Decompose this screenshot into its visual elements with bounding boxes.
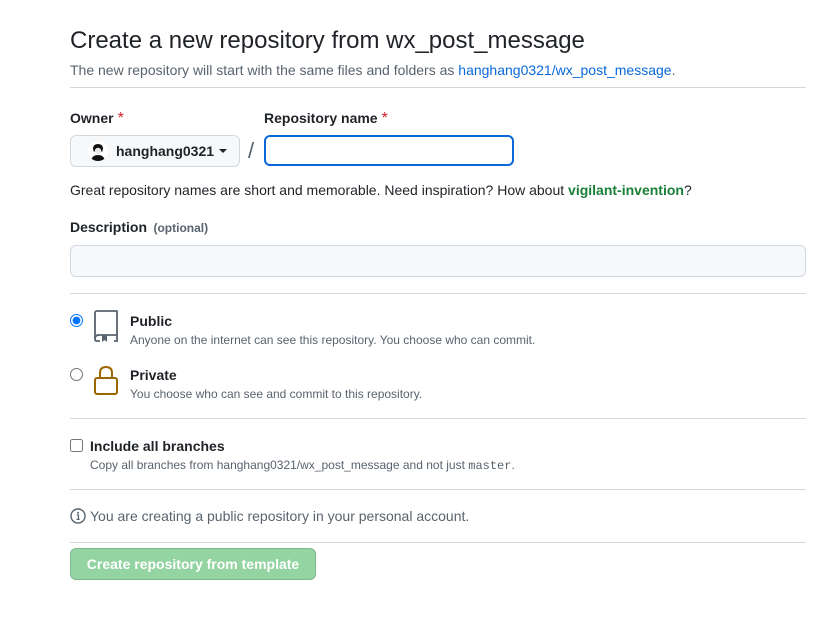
hint-prefix: Great repository names are short and mem… <box>70 182 569 198</box>
submit-divider <box>70 542 806 543</box>
owner-dropdown-button[interactable]: hanghang0321 <box>70 135 240 167</box>
public-radio[interactable] <box>70 314 83 327</box>
subtitle-prefix: The new repository will start with the s… <box>70 62 459 78</box>
description-label-text: Description <box>70 219 148 235</box>
include-branches-label: Include all branches <box>90 438 225 454</box>
subtitle-suffix: . <box>671 62 676 78</box>
info-icon <box>70 508 86 524</box>
include-branches-checkbox[interactable] <box>70 439 83 452</box>
owner-name: hanghang0321 <box>116 143 215 159</box>
page-title: Create a new repository from wx_post_mes… <box>70 27 585 54</box>
repo-name-input[interactable] <box>264 135 514 166</box>
description-label: Description (optional) <box>70 217 806 238</box>
private-description: You choose who can see and commit to thi… <box>130 387 423 401</box>
visibility-option-private[interactable]: Private You choose who can see and commi… <box>70 356 806 418</box>
public-description: Anyone on the internet can see this repo… <box>130 333 536 347</box>
avatar-image <box>88 141 108 161</box>
avatar <box>88 141 108 161</box>
page-subtitle: The new repository will start with the s… <box>70 60 806 80</box>
include-branches-option[interactable]: Include all branches Copy all branches f… <box>70 419 806 489</box>
notice-text: You are creating a public repository in … <box>90 508 470 524</box>
private-text: Private You choose who can see and commi… <box>130 366 422 402</box>
default-branch-name: master <box>468 459 512 473</box>
optional-label: (optional) <box>153 221 209 235</box>
visibility-option-public[interactable]: Public Anyone on the internet can see th… <box>70 302 806 356</box>
owner-required-mark: * <box>117 110 124 127</box>
visibility-notice: You are creating a public repository in … <box>70 490 806 542</box>
lock-icon <box>94 365 118 395</box>
private-title: Private <box>130 367 177 383</box>
repo-name-hint: Great repository names are short and mem… <box>70 180 806 200</box>
create-repo-page: Create a new repository from wx_post_mes… <box>70 26 806 580</box>
repo-name-label-text: Repository name <box>264 110 378 126</box>
repo-name-required-mark: * <box>381 110 388 127</box>
chevron-down-icon <box>219 149 228 153</box>
public-text: Public Anyone on the internet can see th… <box>130 312 535 348</box>
owner-repo-separator: / <box>248 138 255 163</box>
branches-desc-suffix: . <box>511 458 515 472</box>
description-input[interactable] <box>70 245 806 277</box>
create-repository-button[interactable]: Create repository from template <box>70 548 316 580</box>
hint-suffix: ? <box>683 182 692 198</box>
name-suggestion[interactable]: vigilant-invention <box>568 182 684 198</box>
include-branches-description: Copy all branches from hanghang0321/wx_p… <box>90 457 515 474</box>
branches-desc-prefix: Copy all branches from hanghang0321/wx_p… <box>90 458 469 472</box>
public-title: Public <box>130 313 173 329</box>
owner-repo-row: Owner * Repository name * hanghang0321 / <box>70 88 806 180</box>
repo-icon <box>94 310 118 342</box>
owner-label-text: Owner <box>70 110 114 126</box>
private-radio[interactable] <box>70 368 83 381</box>
owner-label: Owner * <box>70 110 124 128</box>
template-repo-link[interactable]: hanghang0321/wx_post_message <box>458 62 671 78</box>
repo-name-label: Repository name * <box>264 110 388 128</box>
